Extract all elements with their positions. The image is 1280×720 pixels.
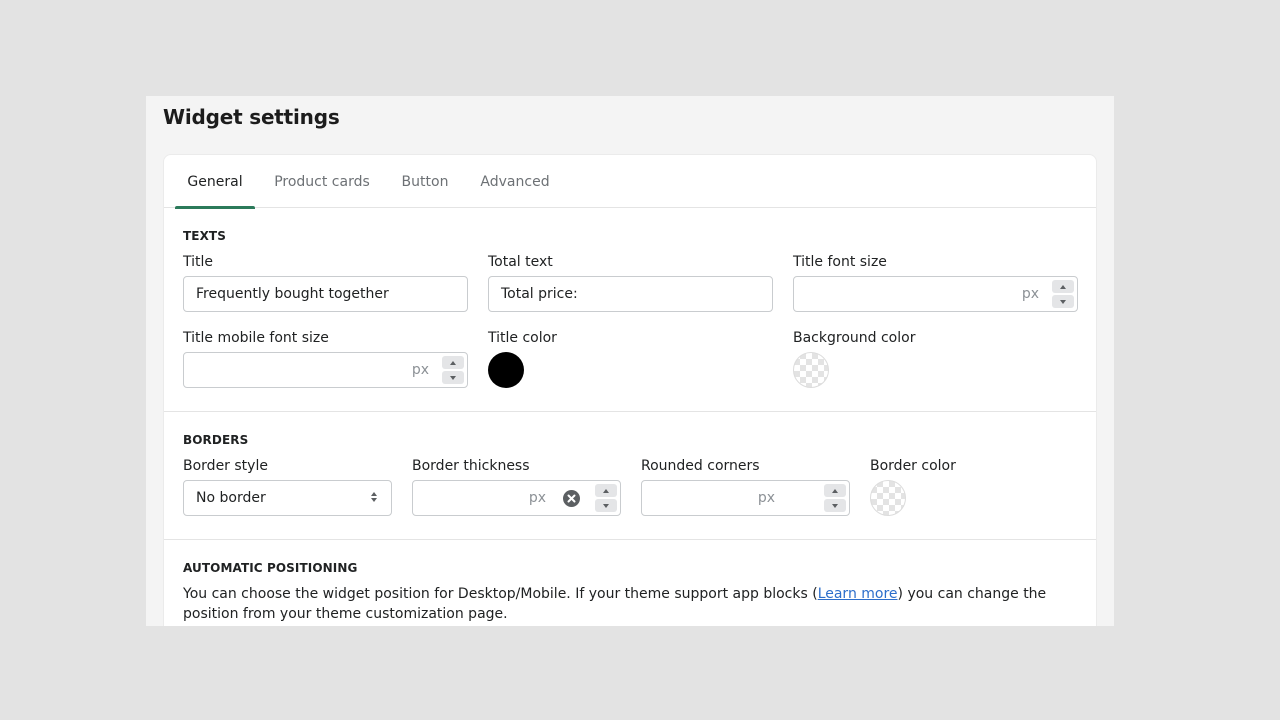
title-font-size-stepper: [1052, 280, 1074, 308]
title-input[interactable]: Frequently bought together: [183, 276, 468, 312]
caret-up-icon: [603, 488, 609, 493]
tab-product-cards[interactable]: Product cards: [267, 155, 377, 208]
title-font-size-input[interactable]: px: [793, 276, 1078, 312]
decrement-button[interactable]: [1052, 295, 1074, 308]
texts-section-heading: TEXTS: [183, 229, 226, 243]
background-color-label: Background color: [793, 330, 916, 346]
decrement-button[interactable]: [442, 371, 464, 384]
total-text-input[interactable]: Total price:: [488, 276, 773, 312]
positioning-description: You can choose the widget position for D…: [183, 584, 1083, 624]
caret-down-icon: [1060, 299, 1066, 304]
increment-button[interactable]: [595, 484, 617, 497]
page-title: Widget settings: [163, 105, 340, 129]
border-thickness-input[interactable]: px: [412, 480, 621, 516]
caret-down-icon: [603, 503, 609, 508]
title-color-swatch[interactable]: [488, 352, 524, 388]
select-arrows-icon: [370, 492, 378, 504]
borders-section-heading: BORDERS: [183, 433, 249, 447]
tab-general[interactable]: General: [175, 155, 255, 209]
rounded-corners-input[interactable]: px: [641, 480, 850, 516]
title-mobile-font-size-input[interactable]: px: [183, 352, 468, 388]
caret-up-icon: [1060, 284, 1066, 289]
increment-button[interactable]: [442, 356, 464, 369]
border-thickness-label: Border thickness: [412, 458, 530, 474]
border-style-select[interactable]: No border: [183, 480, 392, 516]
rounded-corners-label: Rounded corners: [641, 458, 760, 474]
caret-down-icon: [450, 375, 456, 380]
positioning-section-heading: AUTOMATIC POSITIONING: [183, 561, 358, 575]
section-divider: [164, 411, 1096, 412]
px-suffix: px: [528, 490, 546, 506]
border-color-label: Border color: [870, 458, 956, 474]
title-label: Title: [183, 254, 214, 270]
increment-button[interactable]: [824, 484, 846, 497]
rounded-corners-stepper: [824, 484, 846, 512]
title-color-label: Title color: [488, 330, 557, 346]
title-mobile-font-size-stepper: [442, 356, 464, 384]
section-divider: [164, 539, 1096, 540]
clear-icon[interactable]: [563, 490, 580, 507]
decrement-button[interactable]: [595, 499, 617, 512]
total-text-label: Total text: [488, 254, 553, 270]
caret-up-icon: [832, 488, 838, 493]
border-thickness-stepper: [595, 484, 617, 512]
px-suffix: px: [1021, 286, 1039, 302]
title-input-value: Frequently bought together: [196, 286, 389, 302]
settings-card: General Product cards Button Advanced TE…: [163, 154, 1097, 626]
caret-up-icon: [450, 360, 456, 365]
border-style-value: No border: [196, 490, 266, 506]
border-color-swatch[interactable]: [870, 480, 906, 516]
widget-settings-page: Widget settings General Product cards Bu…: [146, 96, 1114, 626]
tab-advanced[interactable]: Advanced: [474, 155, 556, 208]
caret-down-icon: [832, 503, 838, 508]
increment-button[interactable]: [1052, 280, 1074, 293]
tab-bar: General Product cards Button Advanced: [164, 155, 1096, 209]
learn-more-link[interactable]: Learn more: [818, 586, 898, 602]
tab-button[interactable]: Button: [393, 155, 457, 208]
title-mobile-font-size-label: Title mobile font size: [183, 330, 329, 346]
title-font-size-label: Title font size: [793, 254, 887, 270]
px-suffix: px: [411, 362, 429, 378]
border-style-label: Border style: [183, 458, 268, 474]
background-color-swatch[interactable]: [793, 352, 829, 388]
px-suffix: px: [757, 490, 775, 506]
decrement-button[interactable]: [824, 499, 846, 512]
positioning-text-before: You can choose the widget position for D…: [183, 586, 818, 602]
total-text-input-value: Total price:: [501, 286, 578, 302]
